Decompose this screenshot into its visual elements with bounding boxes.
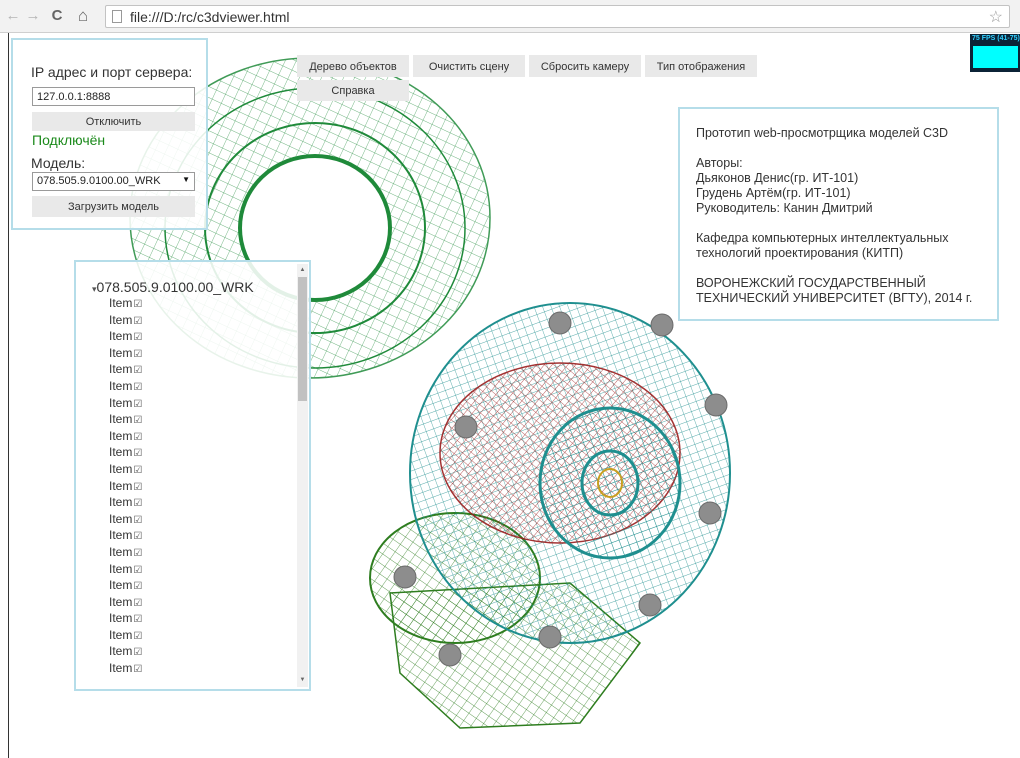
reset-camera-button[interactable]: Сбросить камеру — [529, 55, 641, 77]
tree-item[interactable]: Item☑ — [109, 511, 142, 528]
supervisor: Руководитель: Канин Дмитрий — [696, 201, 873, 215]
address-bar[interactable]: file:///D:/rc/c3dviewer.html ☆ — [105, 5, 1010, 28]
tree-item-label: Item — [109, 296, 133, 310]
viewport-left-border — [8, 33, 9, 758]
tree-item[interactable]: Item☑ — [109, 395, 142, 412]
wireframe-housing-main — [409, 302, 731, 644]
about-panel: Прототип web-просмотрщика моделей C3D Ав… — [678, 107, 999, 321]
scroll-up-icon[interactable]: ▲ — [298, 265, 307, 276]
page-icon — [112, 10, 122, 23]
tree-item-label: Item — [109, 312, 133, 327]
reload-icon[interactable]: C — [48, 7, 66, 25]
tree-item-label: Item — [109, 578, 133, 593]
model-selected-value: 078.505.9.0100.00_WRK — [37, 175, 161, 187]
tree-item[interactable]: Item☑ — [109, 494, 142, 511]
help-button[interactable]: Справка — [297, 80, 409, 101]
tree-item-label: Item — [109, 627, 133, 642]
fps-meter[interactable]: 75 FPS (41-75) — [970, 34, 1020, 72]
author-1: Дьяконов Денис(гр. ИТ-101) — [696, 171, 859, 185]
tree-item-label: Item — [109, 561, 133, 576]
university-line-2: ТЕХНИЧЕСКИЙ УНИВЕРСИТЕТ (ВГТУ), 2014 г. — [696, 291, 973, 305]
bookmark-star-icon[interactable]: ☆ — [989, 7, 1003, 27]
authors-label: Авторы: — [696, 156, 743, 170]
disconnect-button[interactable]: Отключить — [32, 112, 195, 131]
tree-scrollbar[interactable]: ▲ ▼ — [297, 264, 308, 687]
tree-item[interactable]: Item☑ — [109, 295, 142, 312]
tree-item-label: Item — [109, 345, 133, 360]
chevron-down-icon: ▼ — [182, 175, 190, 184]
url-text: file:///D:/rc/c3dviewer.html — [130, 9, 290, 25]
tree-item[interactable]: Item☑ — [109, 594, 142, 611]
fps-label: 75 FPS (41-75) — [972, 35, 1020, 42]
scroll-down-icon[interactable]: ▼ — [298, 675, 307, 686]
tree-item[interactable]: Item☑ — [109, 577, 142, 594]
university-line-1: ВОРОНЕЖСКИЙ ГОСУДАРСТВЕННЫЙ — [696, 276, 926, 290]
model-label: Модель: — [31, 155, 86, 171]
tree-item-label: Item — [109, 495, 133, 510]
checkbox-icon[interactable]: ☑ — [133, 662, 142, 679]
tree-item-label: Item — [109, 412, 133, 427]
tree-item-label: Item — [109, 445, 133, 460]
tree-item[interactable]: Item☑ — [109, 660, 142, 677]
tree-item[interactable]: Item☑ — [109, 610, 142, 627]
tree-item[interactable]: Item☑ — [109, 378, 142, 395]
tree-item-label: Item — [109, 329, 133, 344]
tree-item-label: Item — [109, 395, 133, 410]
tree-item[interactable]: Item☑ — [109, 312, 142, 329]
tree-item[interactable]: Item☑ — [109, 643, 142, 660]
tree-item-label: Item — [109, 594, 133, 609]
tree-item-label: Item — [109, 528, 133, 543]
back-icon[interactable]: ← — [4, 7, 22, 25]
author-2: Грудень Артём(гр. ИТ-101) — [696, 186, 851, 200]
tree-item[interactable]: Item☑ — [109, 561, 142, 578]
home-icon[interactable]: ⌂ — [74, 7, 92, 25]
display-type-button[interactable]: Тип отображения — [645, 55, 757, 77]
department-line-2: технологий проектирования (КИТП) — [696, 246, 904, 260]
tree-item-label: Item — [109, 661, 133, 676]
tree-item[interactable]: Item☑ — [109, 544, 142, 561]
tree-item-label: Item — [109, 428, 133, 443]
fps-graph — [973, 46, 1018, 68]
tree-root[interactable]: ▾078.505.9.0100.00_WRK — [92, 279, 254, 295]
tree-item[interactable]: Item☑ — [109, 428, 142, 445]
tree-item-label: Item — [109, 461, 133, 476]
connection-status: Подключён — [32, 132, 106, 148]
tree-item[interactable]: Item☑ — [109, 411, 142, 428]
tree-item-label: Item — [109, 611, 133, 626]
tree-item[interactable]: Item☑ — [109, 527, 142, 544]
tree-item[interactable]: Item☑ — [109, 627, 142, 644]
forward-icon[interactable]: → — [24, 7, 42, 25]
tree-item-list: Item☑ Item☑ Item☑ Item☑ Item☑ Item☑ Item☑ Item☑… — [109, 295, 142, 677]
ip-label: IP адрес и порт сервера: — [31, 64, 193, 80]
connection-panel: IP адрес и порт сервера: Отключить Подкл… — [11, 38, 208, 230]
tree-item[interactable]: Item☑ — [109, 361, 142, 378]
tree-item[interactable]: Item☑ — [109, 328, 142, 345]
tree-item-label: Item — [109, 544, 133, 559]
tree-item[interactable]: Item☑ — [109, 461, 142, 478]
load-model-button[interactable]: Загрузить модель — [32, 196, 195, 217]
object-tree-button[interactable]: Дерево объектов — [297, 55, 409, 77]
tree-item[interactable]: Item☑ — [109, 345, 142, 362]
model-select[interactable]: 078.505.9.0100.00_WRK ▼ — [32, 172, 195, 191]
tree-item[interactable]: Item☑ — [109, 444, 142, 461]
tree-item-label: Item — [109, 478, 133, 493]
tree-item-label: Item — [109, 378, 133, 393]
about-title: Прототип web-просмотрщика моделей C3D — [696, 126, 949, 140]
tree-item-label: Item — [109, 644, 133, 659]
tree-item-label: Item — [109, 511, 133, 526]
tree-root-label: 078.505.9.0100.00_WRK — [96, 279, 254, 295]
clear-scene-button[interactable]: Очистить сцену — [413, 55, 525, 77]
browser-toolbar: ← → C ⌂ file:///D:/rc/c3dviewer.html ☆ — [0, 0, 1020, 33]
tree-item[interactable]: Item☑ — [109, 478, 142, 495]
ip-port-input[interactable] — [32, 87, 195, 106]
object-tree-panel: ▾078.505.9.0100.00_WRK Item☑ Item☑ Item☑ It… — [74, 260, 311, 691]
tree-item-label: Item — [109, 362, 133, 377]
scroll-thumb[interactable] — [298, 277, 307, 401]
department-line-1: Кафедра компьютерных интеллектуальных — [696, 231, 949, 245]
